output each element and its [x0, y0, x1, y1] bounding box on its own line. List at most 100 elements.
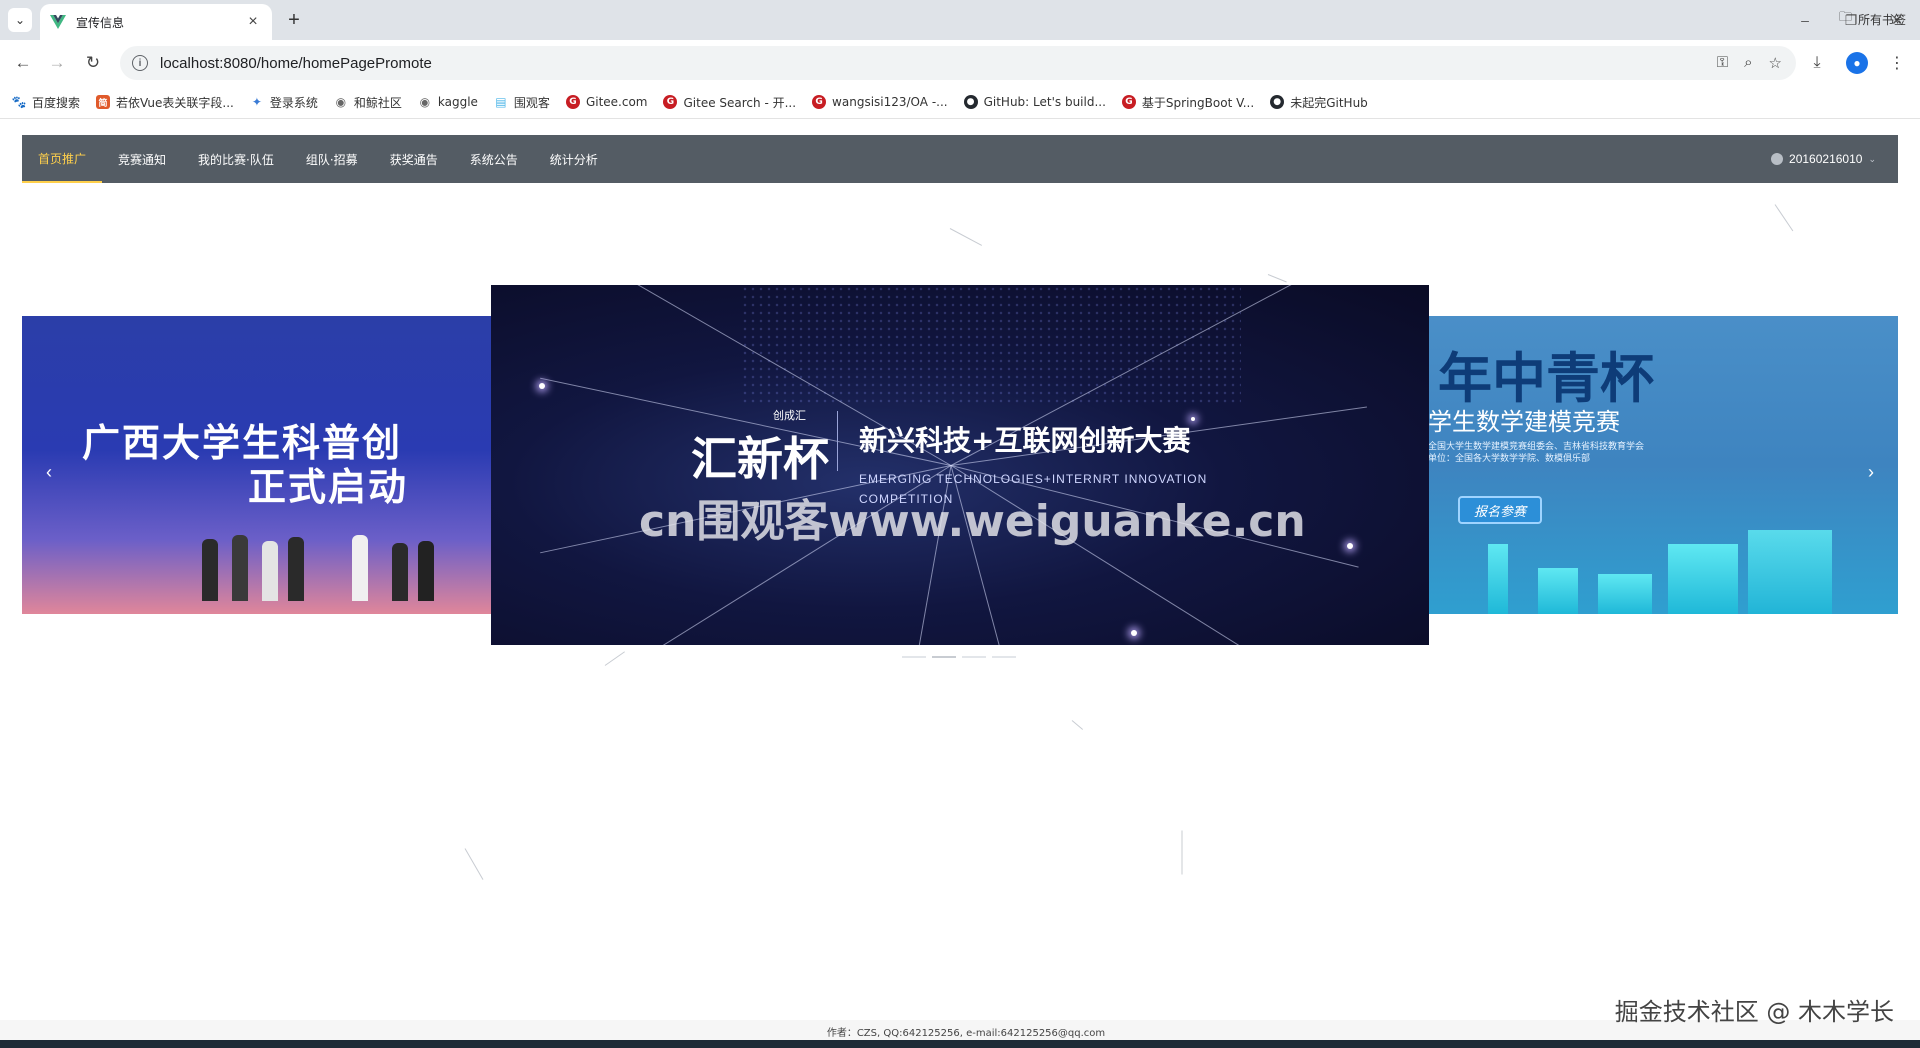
particle-line: [1181, 830, 1183, 875]
carousel-indicator[interactable]: [992, 656, 1016, 658]
browser-toolbar: ← → ↻ i localhost:8080/home/homePageProm…: [0, 40, 1920, 86]
bookmark-item[interactable]: Gwangsisi123/OA -...: [812, 95, 948, 109]
paw-icon: 🐾: [11, 95, 27, 109]
star-sparkle: [1347, 543, 1353, 549]
bookmark-label: wangsisi123/OA -...: [832, 95, 948, 109]
promo-carousel: 广西大学生科普创 正式启动 年中青杯 学生数学建模竞赛 全国大学生数学建模竞赛组…: [22, 285, 1898, 665]
page-content: 首页推广 竞赛通知 我的比赛·队伍 组队·招募 获奖通告 系统公告 统计分析 2016021…: [0, 120, 1920, 1048]
address-bar[interactable]: i localhost:8080/home/homePagePromote ⚿ …: [120, 46, 1796, 80]
bookmark-label: Gitee.com: [585, 95, 648, 109]
slide-right-note-line1: 全国大学生数学建模竞赛组委会、吉林省科技教育学会: [1428, 441, 1645, 451]
bookmark-label: 登录系统: [269, 95, 318, 110]
globe-icon: ◉: [419, 95, 431, 109]
github-icon: ●: [1270, 95, 1285, 109]
bookmark-item[interactable]: G Gitee.com: [565, 95, 648, 109]
back-arrow-icon[interactable]: ←: [10, 50, 36, 76]
carousel-indicator[interactable]: [932, 656, 956, 658]
site-watermark: cn围观客www.weiguanke.cn: [639, 496, 1306, 547]
carousel-indicators: [902, 656, 1016, 658]
slide-right-note-line2: 单位：全国各大学数学学院、数模俱乐部: [1428, 453, 1591, 463]
nav-item[interactable]: 获奖通告: [374, 135, 454, 183]
juejin-watermark: 掘金技术社区 @ 木木学长: [1614, 998, 1894, 1026]
download-icon[interactable]: ⤓: [1804, 50, 1830, 76]
bookmark-item[interactable]: G Gitee Search - 开...: [663, 94, 796, 111]
gitee-icon: G: [565, 95, 580, 109]
nav-item[interactable]: 竞赛通知: [102, 135, 182, 183]
carousel-slide-left[interactable]: 广西大学生科普创 正式启动: [22, 316, 492, 614]
bookmark-label: kaggle: [437, 95, 478, 109]
nav-item[interactable]: 我的比赛·队伍: [182, 135, 290, 183]
user-dropdown[interactable]: 20160216010 ⌄: [1771, 135, 1876, 183]
nav-item[interactable]: 首页推广: [22, 135, 103, 183]
github-icon: ●: [963, 95, 978, 109]
stage-people-image: [202, 521, 492, 601]
nav-item[interactable]: 统计分析: [534, 135, 614, 183]
slide-right-subtitle: 学生数学建模竞赛: [1428, 408, 1620, 436]
carousel-prev-arrow-icon[interactable]: ‹: [34, 457, 64, 487]
bookmark-item[interactable]: 🐾 百度搜索: [12, 94, 80, 111]
minimize-icon[interactable]: –: [1782, 0, 1828, 40]
folder-icon: 🗀: [1838, 10, 1852, 25]
gitee-icon: G: [663, 95, 678, 109]
all-bookmarks-label: 所有书签: [1857, 12, 1906, 27]
bookmark-label: 若依Vue表关联字段...: [116, 95, 234, 110]
bird-icon: ✦: [251, 95, 262, 109]
browser-tab[interactable]: 宣传信息 ×: [40, 4, 272, 40]
bookmark-item[interactable]: ◉ kaggle: [418, 95, 478, 109]
bookmark-item[interactable]: ◉ 和鲸社区: [334, 94, 402, 111]
carousel-next-arrow-icon[interactable]: ›: [1856, 457, 1886, 487]
bookmark-item[interactable]: ● 未起完GitHub: [1270, 94, 1368, 111]
os-taskbar: [0, 1040, 1920, 1048]
carousel-indicator[interactable]: [962, 656, 986, 658]
password-key-icon[interactable]: ⚿: [1717, 54, 1728, 72]
carousel-slide-right[interactable]: 年中青杯 学生数学建模竞赛 全国大学生数学建模竞赛组委会、吉林省科技教育学会 单…: [1428, 316, 1898, 614]
bookmark-label: 和鲸社区: [353, 95, 402, 110]
bookmark-item[interactable]: G 基于SpringBoot V...: [1121, 94, 1255, 111]
signup-button[interactable]: 报名参赛: [1458, 496, 1542, 524]
carousel-indicator[interactable]: [902, 656, 926, 658]
particle-line: [1267, 274, 1287, 283]
chevron-down-icon: ⌄: [1868, 153, 1876, 164]
gitee-icon: G: [1121, 95, 1136, 109]
nav-item[interactable]: 组队·招募: [290, 135, 374, 183]
profile-avatar-icon[interactable]: ●: [1846, 52, 1868, 74]
forward-arrow-icon[interactable]: →: [44, 50, 70, 76]
tab-search-chevron-icon[interactable]: ⌄: [8, 8, 32, 32]
bookmark-item[interactable]: 简若依Vue表关联字段...: [96, 94, 234, 111]
jian-icon: 简: [96, 95, 111, 109]
nav-item[interactable]: 系统公告: [454, 135, 534, 183]
doc-icon: ▤: [495, 95, 507, 109]
username: 20160216010: [1789, 152, 1863, 166]
slide-left-subtitle: 正式启动: [248, 464, 409, 509]
slide-right-note: 全国大学生数学建模竞赛组委会、吉林省科技教育学会 单位：全国各大学数学学院、数模…: [1428, 440, 1644, 464]
particle-line: [1071, 720, 1084, 730]
star-sparkle: [1131, 630, 1137, 636]
bookmark-label: 百度搜索: [32, 95, 81, 110]
bookmark-star-icon[interactable]: ☆: [1769, 54, 1782, 72]
new-tab-plus-icon[interactable]: +: [282, 8, 306, 32]
particle-line: [1774, 204, 1794, 232]
bookmark-item[interactable]: ✦ 登录系统: [250, 94, 318, 111]
particle-line: [949, 228, 983, 246]
slide-center-title: 新兴科技+互联网创新大赛: [859, 424, 1191, 457]
url-text[interactable]: localhost:8080/home/homePagePromote: [160, 55, 1717, 72]
vue-favicon-icon: [50, 14, 66, 30]
bookmark-label: 基于SpringBoot V...: [1141, 95, 1255, 110]
bookmark-label: Gitee Search - 开...: [683, 95, 797, 110]
user-icon: [1771, 153, 1784, 165]
all-bookmarks[interactable]: 🗀 所有书签: [1839, 8, 1906, 30]
carousel-slide-active[interactable]: 创成汇 汇新杯 新兴科技+互联网创新大赛 EMERGING TECHNOLOGI…: [491, 285, 1429, 645]
menu-kebab-icon[interactable]: ⋮: [1884, 50, 1910, 76]
bookmark-item[interactable]: ▤ 围观客: [494, 94, 550, 111]
bookmark-item[interactable]: ● GitHub: Let's build...: [963, 95, 1106, 109]
zoom-icon[interactable]: ⌕: [1744, 54, 1752, 72]
star-sparkle: [539, 383, 545, 389]
tab-title: 宣传信息: [76, 15, 125, 30]
bookmarks-bar: 🐾 百度搜索简若依Vue表关联字段... ✦ 登录系统 ◉ 和鲸社区 ◉ kaggle ▤ 围观客…: [0, 86, 1920, 119]
gitee-icon: G: [812, 95, 827, 109]
bookmark-label: 围观客: [513, 95, 550, 110]
reload-icon[interactable]: ↻: [80, 50, 106, 76]
site-info-icon[interactable]: i: [132, 55, 148, 71]
browser-tab-strip: ⌄ 宣传信息 × + – ❐ ✕: [0, 0, 1920, 40]
tab-close-icon[interactable]: ×: [244, 13, 262, 31]
